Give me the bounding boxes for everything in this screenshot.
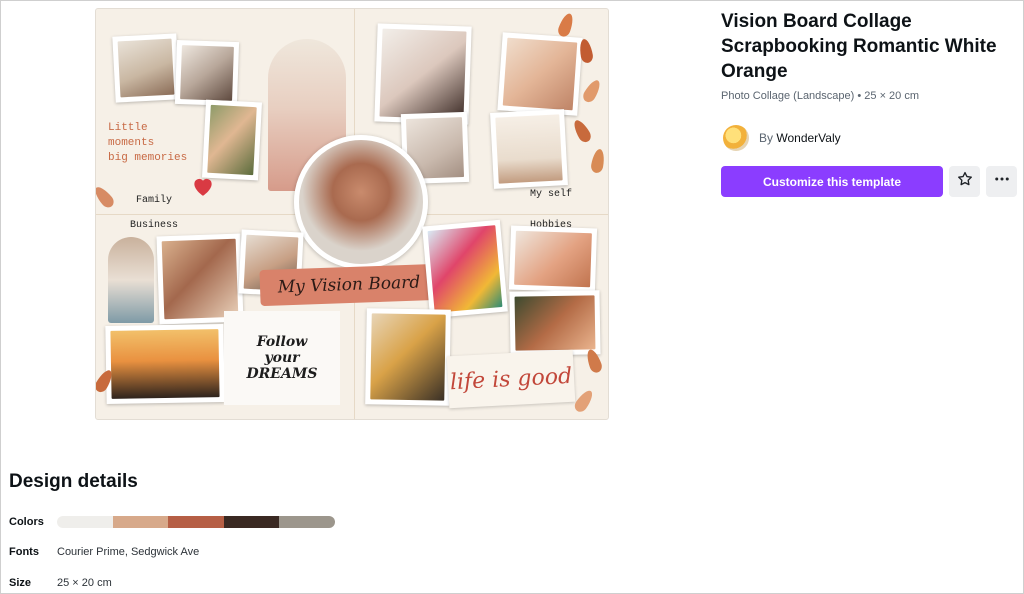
design-details-heading: Design details — [9, 471, 138, 492]
sunset-photo — [105, 323, 225, 405]
spa-photo — [497, 32, 583, 116]
family-photo — [174, 39, 240, 107]
leaf-decoration — [572, 387, 596, 415]
dance-photo — [508, 225, 598, 293]
caption-family: Family — [136, 195, 173, 206]
size-value: 25 × 20 cm — [57, 577, 112, 589]
leaf-decoration — [96, 183, 117, 211]
selfcare-photo — [374, 23, 472, 125]
star-icon — [956, 170, 974, 193]
color-swatch[interactable] — [112, 516, 169, 528]
leaf-decoration — [556, 11, 576, 39]
leaf-decoration — [580, 77, 604, 105]
more-icon — [993, 170, 1011, 193]
art-photo — [422, 219, 508, 319]
size-label: Size — [9, 577, 32, 589]
portrait-photo — [294, 135, 428, 269]
family-photo — [201, 99, 263, 181]
caption-business: Business — [130, 220, 179, 231]
leaf-decoration — [570, 117, 594, 145]
colors-label: Colors — [9, 516, 44, 528]
yoga-photo — [490, 109, 568, 189]
more-options-button[interactable] — [986, 166, 1017, 197]
follow-dreams-text: Follow your DREAMS — [224, 311, 340, 405]
favorite-button[interactable] — [949, 166, 980, 197]
camera-photo — [365, 308, 451, 406]
vision-board-banner: My Vision Board — [259, 263, 439, 307]
author-prefix: By — [759, 131, 774, 145]
savings-photo — [108, 237, 154, 323]
color-swatch[interactable] — [168, 516, 224, 528]
color-palette — [57, 516, 335, 528]
author-name[interactable]: WonderValy — [776, 131, 840, 145]
fonts-value: Courier Prime, Sedgwick Ave — [57, 546, 200, 558]
life-is-good-text: life is good — [446, 349, 576, 409]
family-photo — [112, 33, 180, 103]
customize-template-button[interactable]: Customize this template — [721, 166, 943, 197]
author-link[interactable]: By WonderValy — [723, 125, 841, 151]
author-text[interactable]: By WonderValy — [759, 131, 841, 145]
heart-icon — [190, 173, 216, 199]
quote-text: Little moments big memories — [108, 122, 188, 164]
color-swatch[interactable] — [57, 516, 113, 528]
fonts-label: Fonts — [9, 546, 39, 558]
template-title: Vision Board Collage Scrapbooking Romant… — [721, 11, 997, 82]
template-preview[interactable]: Little moments big memories Family My se… — [95, 8, 609, 420]
avatar[interactable] — [723, 125, 749, 151]
caption-myself: My self — [530, 189, 573, 200]
leaf-decoration — [584, 347, 604, 375]
color-swatch[interactable] — [279, 516, 335, 528]
template-subtitle: Photo Collage (Landscape) • 25 × 20 cm — [721, 90, 919, 102]
leaf-decoration — [590, 148, 606, 174]
music-photo — [509, 290, 601, 356]
color-swatch[interactable] — [223, 516, 280, 528]
